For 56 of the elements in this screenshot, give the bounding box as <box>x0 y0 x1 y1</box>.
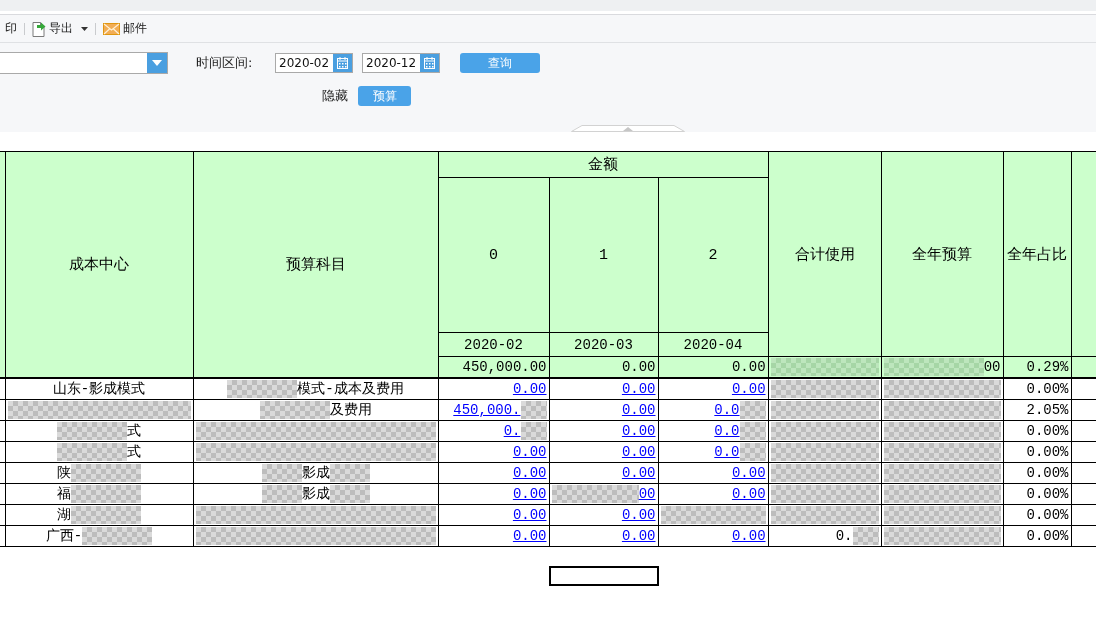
table-cell: 2.05% <box>1003 399 1072 421</box>
print-button[interactable]: 印 <box>3 18 19 39</box>
collapse-handle[interactable] <box>571 124 685 132</box>
period-header: 2020-02 <box>438 332 549 357</box>
table-cell: 0.00% <box>1003 525 1072 547</box>
table-cell: 山东-影成模式 <box>5 378 193 400</box>
calendar-icon[interactable] <box>420 54 439 72</box>
cell-text: 影成 <box>301 485 330 503</box>
cell-text: 00 <box>983 359 1001 375</box>
cell-text: 陕 <box>57 464 71 482</box>
caret-down-icon <box>81 26 88 31</box>
table-cell: 0.00% <box>1003 462 1072 484</box>
table-cell: 0.00% <box>1003 504 1072 526</box>
cell-text: 式 <box>127 422 141 440</box>
mail-button[interactable]: 邮件 <box>101 18 149 39</box>
export-button[interactable]: 导出 <box>30 18 90 39</box>
caret-up-icon <box>623 127 633 131</box>
table-cell: 0.00% <box>1003 420 1072 442</box>
input-field[interactable] <box>549 566 659 586</box>
calendar-icon[interactable] <box>333 54 352 72</box>
hide-label: 隐藏 <box>322 87 348 105</box>
period-header: 2020-03 <box>549 332 658 357</box>
cell-text: 及费用 <box>329 401 372 419</box>
end-date-field[interactable]: 2020-12 <box>362 53 440 73</box>
column-header: 成本中心 <box>5 151 193 357</box>
cell-text: 0. <box>835 528 853 544</box>
amount-link[interactable]: 0.0 <box>714 402 740 418</box>
document-arrow-icon <box>32 20 46 37</box>
caret-down-icon <box>152 60 162 66</box>
amount-link[interactable]: 0.0 <box>714 423 740 439</box>
cell-text: 影成 <box>301 464 330 482</box>
column-header: 合计使用 <box>768 151 882 357</box>
table-cell: 0.00% <box>1003 483 1072 505</box>
amount-link[interactable]: 00 <box>638 486 656 502</box>
cell-text: 湖 <box>57 506 71 524</box>
dropdown-button[interactable] <box>147 53 167 73</box>
cell-text: 福 <box>57 485 71 503</box>
period-header: 2020-04 <box>658 332 769 357</box>
column-header: 全年预算 <box>881 151 1004 357</box>
table-cell: 0.00% <box>1003 378 1072 400</box>
column-group-header: 金额 <box>438 151 769 178</box>
column-header: 2 <box>658 177 769 333</box>
cell-text: 广西- <box>45 527 83 545</box>
amount-link[interactable]: 0.0 <box>714 444 740 460</box>
table-cell: 0.00% <box>1003 441 1072 463</box>
cell-text: 模式-成本及费用 <box>297 380 404 398</box>
amount-link[interactable]: 0. <box>503 423 521 439</box>
select-field[interactable] <box>0 52 168 74</box>
cell-text: 式 <box>127 443 141 461</box>
time-range-label: 时间区间: <box>196 54 254 72</box>
envelope-icon <box>103 22 120 35</box>
column-header: 0 <box>438 177 549 333</box>
column-header: 1 <box>549 177 658 333</box>
start-date-field[interactable]: 2020-02 <box>275 53 353 73</box>
column-header: 预算科目 <box>193 151 438 357</box>
column-header: 全年占比 <box>1003 151 1072 357</box>
